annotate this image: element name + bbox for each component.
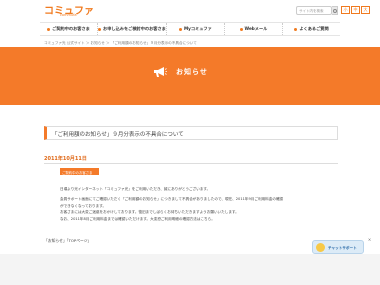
mascot-icon xyxy=(316,243,325,252)
article-paragraph: ができなくなっております。 xyxy=(60,203,107,208)
nav-item-prospective-customers[interactable]: お申し込みをご検討中のお客さま xyxy=(97,23,166,35)
article-title: 「ご利用額のお知らせ」９月分表示の不具合について xyxy=(52,132,184,138)
divider xyxy=(44,163,338,164)
footer-links[interactable]: 「お知らせ」「TOPページ」 xyxy=(44,238,91,244)
breadcrumb[interactable]: コミュファ光 公式サイト ＞ お知らせ ＞ 「ご利用額のお知らせ」９月分表示の不… xyxy=(44,41,197,46)
nav-item-webmail[interactable]: Webメール xyxy=(223,23,282,35)
site-logo-sub: commufa xyxy=(60,13,77,17)
bullet-icon xyxy=(239,27,243,31)
nav-item-label: ご契約中のお客さま xyxy=(52,26,90,31)
article-paragraph: 日頃より光インターネット「コミュファ光」をご利用いただき、誠にありがとうございま… xyxy=(60,187,211,191)
article-paragraph: なお、2011年8月ご利用料金までは確認いただけます。大変恐ご利用明細の確認方法… xyxy=(60,216,215,221)
article-date: 2011年10月11日 xyxy=(44,156,87,162)
category-badge: ご契約中のお客さま xyxy=(60,168,99,175)
nav-item-my-commufa[interactable]: Myコミュファ xyxy=(165,23,224,35)
article-paragraph: お客さまには大変ご迷惑をおかけしております。復旧までしばらくお待ちいただきますよ… xyxy=(60,210,239,215)
nav-item-label: Myコミュファ xyxy=(183,26,212,31)
chat-support-button[interactable]: チャットサポート xyxy=(312,240,364,254)
nav-item-faq[interactable]: よくあるご質問 xyxy=(281,23,340,35)
bullet-icon xyxy=(47,27,51,31)
bullet-icon xyxy=(294,27,298,31)
nav-item-current-customers[interactable]: ご契約中のお客さま xyxy=(40,23,97,35)
footer xyxy=(0,254,380,285)
bullet-icon xyxy=(178,27,182,31)
search-input[interactable]: サイト内を検索 xyxy=(296,6,332,15)
bullet-icon xyxy=(98,27,102,31)
article-paragraph: 会員サポート画面にてご確認いただく「ご利用額のお知らせ」につきまして不具合があり… xyxy=(60,196,284,201)
font-size-small-button[interactable]: 小 xyxy=(341,6,350,14)
close-icon[interactable]: × xyxy=(367,237,372,242)
nav-item-label: よくあるご質問 xyxy=(299,26,329,31)
megaphone-icon xyxy=(154,67,167,77)
site-header: コミュファ commufa サイト内を検索 小 中 大 xyxy=(0,0,380,22)
search-icon[interactable] xyxy=(332,6,338,15)
page-title: お知らせ xyxy=(176,68,208,76)
font-size-large-button[interactable]: 大 xyxy=(361,6,370,14)
article-title-box: 「ご利用額のお知らせ」９月分表示の不具合について xyxy=(44,126,338,140)
font-size-medium-button[interactable]: 中 xyxy=(351,6,360,14)
article-body: 日頃より光インターネット「コミュファ光」をご利用いただき、誠にありがとうございま… xyxy=(60,186,340,222)
nav-item-label: Webメール xyxy=(244,26,268,31)
global-nav: ご契約中のお客さま お申し込みをご検討中のお客さま Myコミュファ Webメール… xyxy=(40,22,340,36)
font-size-switcher: 小 中 大 xyxy=(341,6,370,14)
chat-support-label: チャットサポート xyxy=(328,245,357,250)
nav-item-label: お申し込みをご検討中のお客さま xyxy=(103,26,166,31)
